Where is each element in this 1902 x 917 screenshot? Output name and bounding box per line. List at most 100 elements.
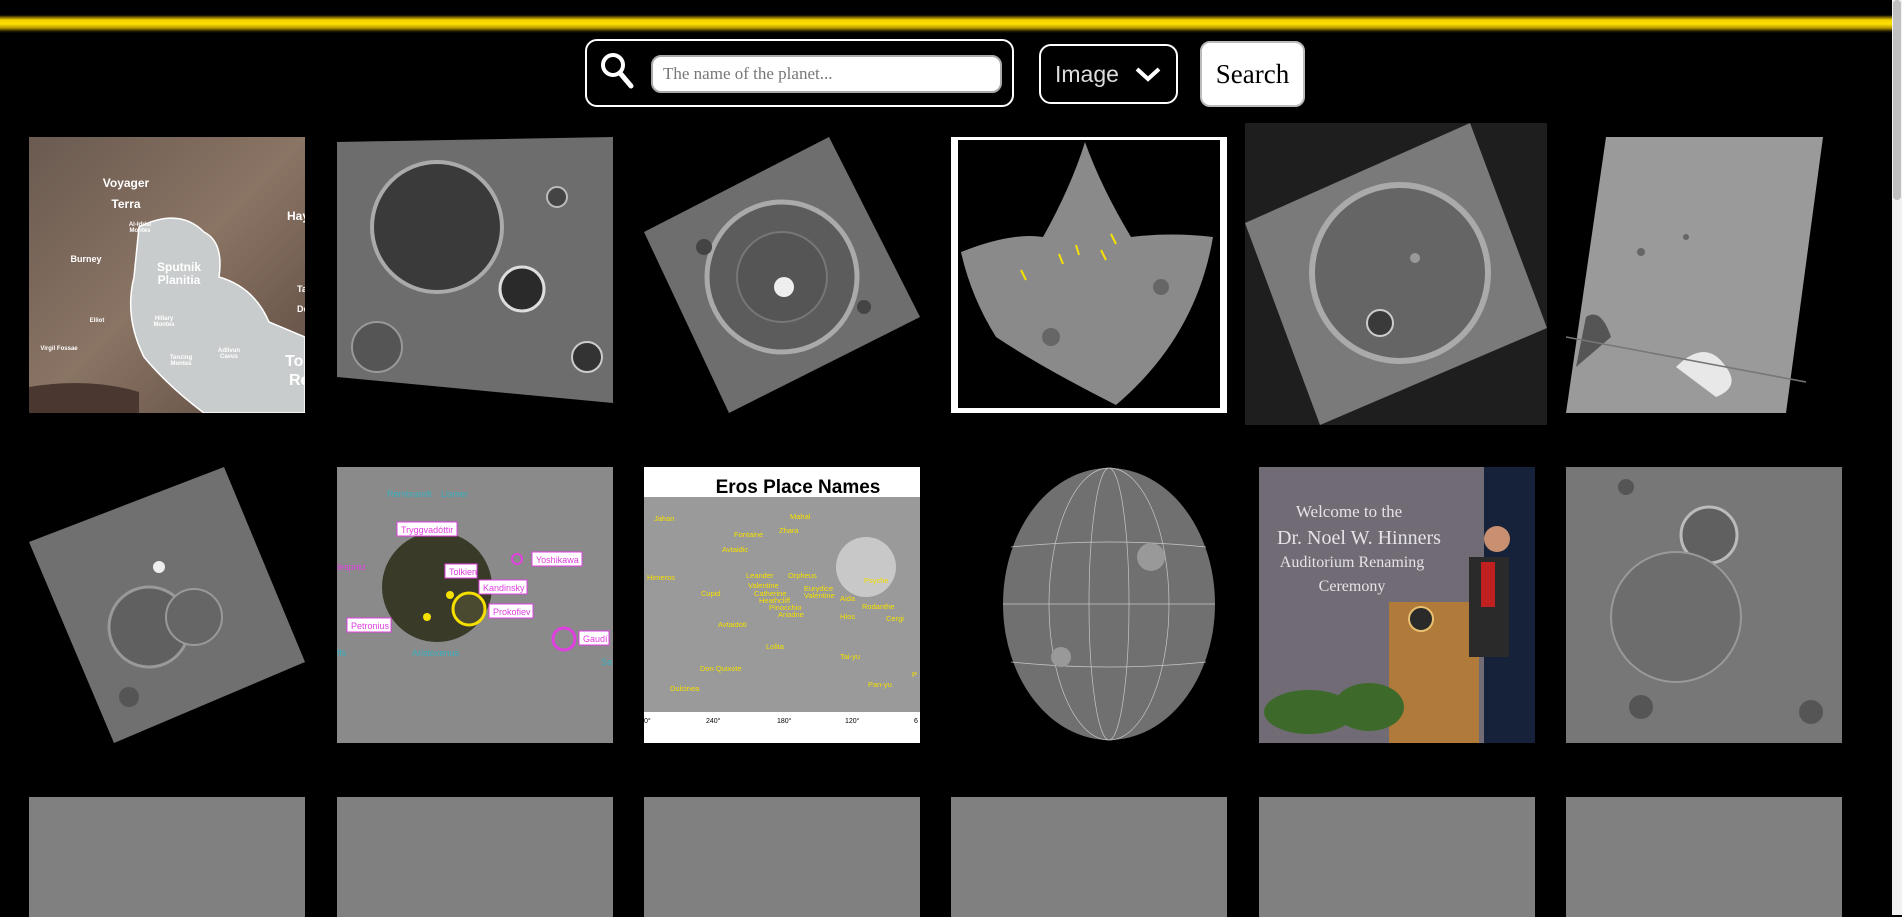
map-label: Orpheus — [788, 571, 817, 580]
map-label: Sputnik — [157, 260, 201, 274]
image-mars-surface[interactable] — [1566, 137, 1842, 413]
map-label: Voyager — [103, 176, 150, 190]
top-accent-bar — [0, 0, 1902, 33]
map-label: Tom — [285, 353, 305, 370]
pluto-map-image: Voyager Terra Al-Idrisi Montes Hayabu Sp… — [29, 137, 305, 413]
map-label: Montes — [130, 228, 152, 234]
image-placeholder[interactable] — [337, 797, 613, 917]
image-placeholder[interactable] — [644, 797, 920, 917]
map-label: Montes — [171, 361, 193, 367]
map-label: Jahan — [654, 514, 674, 523]
crater-image — [1566, 467, 1842, 743]
map-label: Don Quixote — [700, 664, 742, 673]
map-label: ffs — [337, 648, 347, 658]
map-label: Cupid — [701, 589, 721, 598]
map-label: Tai-yu — [840, 652, 860, 661]
map-label: Tar — [297, 284, 305, 294]
search-icon[interactable] — [599, 51, 635, 91]
crater-image — [1245, 123, 1547, 425]
image-mercury-named-craters[interactable]: Rembrandt Lismer Tryggvadóttir Yoshikawa… — [337, 467, 613, 743]
map-label: Mahal — [790, 512, 811, 521]
map-label: Kandinsky — [483, 583, 525, 593]
map-label: P — [912, 670, 917, 679]
image-mercury-crater-2[interactable] — [644, 137, 920, 413]
map-label: Elliot — [90, 318, 105, 324]
map-label: Gaudí — [583, 634, 608, 644]
map-label: Tolkien — [449, 567, 477, 577]
image-mercury-crater-4[interactable] — [29, 467, 305, 743]
image-mercury-globe[interactable] — [951, 467, 1227, 743]
search-input[interactable] — [651, 55, 1002, 93]
map-label: Hios — [840, 612, 855, 621]
map-label: Terra — [111, 197, 140, 211]
map-label: Ariadne — [778, 610, 804, 619]
map-label: Burney — [70, 254, 101, 264]
crater-image — [1566, 137, 1823, 413]
map-label: Planitia — [158, 273, 201, 287]
scrollbar-thumb[interactable] — [1893, 0, 1901, 200]
image-mercury-crater-3[interactable] — [1245, 123, 1547, 425]
map-label: Re — [289, 372, 305, 389]
map-label: Dulcinea — [670, 684, 700, 693]
map-label: Montes — [154, 322, 176, 328]
image-mercury-crater-1[interactable] — [337, 137, 613, 413]
map-label: Lismer — [441, 489, 468, 499]
crater-image — [29, 467, 305, 743]
map-label: Lolita — [766, 642, 785, 651]
image-hinners-ceremony[interactable]: Welcome to the Dr. Noel W. Hinners Audit… — [1259, 467, 1535, 743]
image-mercury-crater-5[interactable] — [1566, 467, 1842, 743]
image-placeholder[interactable] — [1259, 797, 1535, 917]
crater-image — [958, 140, 1220, 408]
search-box — [585, 39, 1014, 107]
banner-text: Auditorium Renaming — [1280, 554, 1424, 571]
axis-tick: 240° — [706, 717, 721, 725]
map-label: Cavus — [220, 354, 239, 360]
map-label: Fontaine — [734, 530, 763, 539]
map-label: Rembrandt — [387, 489, 432, 499]
map-label: Virgil Fossae — [40, 346, 78, 352]
map-label: Sa — [601, 657, 612, 667]
image-placeholder[interactable] — [1566, 797, 1842, 917]
map-label: Petronius — [351, 621, 390, 631]
crater-image: Rembrandt Lismer Tryggvadóttir Yoshikawa… — [337, 467, 613, 743]
search-button[interactable]: Search — [1200, 41, 1305, 107]
crater-image — [337, 137, 613, 403]
map-label: Psyche — [864, 576, 889, 585]
axis-tick: 180° — [777, 717, 792, 725]
image-placeholder[interactable] — [951, 797, 1227, 917]
globe-image — [1003, 467, 1215, 741]
scrollbar[interactable] — [1892, 0, 1902, 915]
type-select-value: Image — [1055, 61, 1119, 87]
map-label: Yoshikawa — [536, 555, 579, 565]
crater-image — [644, 137, 920, 413]
type-select[interactable]: Image — [1039, 44, 1178, 104]
image-mercury-projection[interactable] — [951, 137, 1227, 413]
image-pluto-map[interactable]: Voyager Terra Al-Idrisi Montes Hayabu Sp… — [29, 137, 305, 413]
map-label: Avtaidoti — [718, 620, 747, 629]
map-label: Avtaidic — [722, 545, 748, 554]
map-label: Aida — [840, 594, 856, 603]
map-label: Tryggvadóttir — [401, 525, 453, 535]
map-label: Prokofiev — [493, 607, 531, 617]
map-label: Himeros — [647, 573, 675, 582]
map-label: Rodanthe — [862, 602, 895, 611]
map-label: Cergi — [886, 614, 904, 623]
axis-tick: 120° — [845, 717, 860, 725]
eros-title: Eros Place Names — [716, 477, 881, 498]
banner-text: Ceremony — [1319, 578, 1386, 595]
map-label: lesprez — [337, 562, 367, 572]
axis-tick: 0° — [644, 717, 651, 725]
map-label: Aristoxenus — [412, 648, 460, 658]
eros-map-image: Eros Place Names Jahan Mahal Fontaine Zh… — [644, 477, 920, 725]
chevron-down-icon — [1135, 67, 1161, 82]
banner-text: Dr. Noel W. Hinners — [1277, 527, 1441, 549]
image-placeholder[interactable] — [29, 797, 305, 917]
map-label: Dor — [297, 304, 305, 314]
image-eros-place-names[interactable]: Eros Place Names Jahan Mahal Fontaine Zh… — [644, 467, 920, 743]
axis-tick: 6 — [914, 718, 918, 725]
map-label: Leander — [746, 571, 774, 580]
ceremony-photo: Welcome to the Dr. Noel W. Hinners Audit… — [1259, 467, 1535, 743]
map-label: Zhara — [779, 526, 799, 535]
map-label: Valentine — [804, 591, 835, 600]
map-label: Pan-yu — [868, 680, 892, 689]
